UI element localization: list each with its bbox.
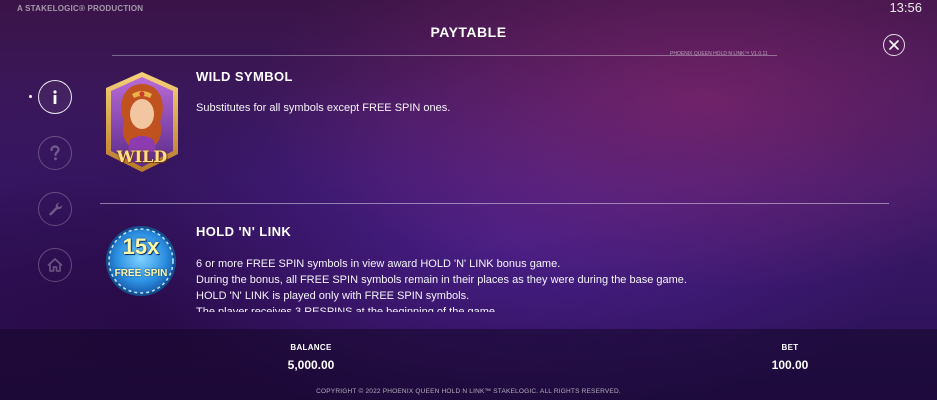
balance-label: BALANCE	[290, 343, 332, 352]
bet-display: BET 100.00	[720, 343, 860, 372]
nav-info-button[interactable]	[38, 80, 72, 114]
bet-label: BET	[781, 343, 799, 352]
hold-n-link-description: 6 or more FREE SPIN symbols in view awar…	[196, 256, 687, 312]
bet-value: 100.00	[771, 358, 809, 372]
description-line: HOLD 'N' LINK is played only with FREE S…	[196, 290, 470, 302]
balance-value: 5,000.00	[287, 358, 335, 372]
free-spin-multiplier: 15x	[122, 234, 160, 259]
top-bar: A STAKELOGIC® PRODUCTION 13:56	[0, 0, 937, 16]
help-icon	[50, 145, 60, 161]
description-line: 6 or more FREE SPIN symbols in view awar…	[196, 258, 561, 270]
close-icon	[889, 40, 899, 50]
balance-display: BALANCE 5,000.00	[241, 343, 381, 372]
page-title: PAYTABLE	[430, 24, 507, 40]
home-icon	[47, 258, 63, 272]
wild-symbol-description: Substitutes for all symbols except FREE …	[196, 102, 451, 114]
description-line: The player receives 3 RESPINS at the beg…	[196, 306, 499, 312]
close-button[interactable]	[883, 34, 905, 56]
active-indicator	[29, 95, 32, 98]
description-line: During the bonus, all FREE SPIN symbols …	[196, 274, 687, 286]
nav-settings-button[interactable]	[38, 192, 72, 226]
copyright-notice: COPYRIGHT © 2022 PHOENIX QUEEN HOLD N LI…	[316, 388, 621, 395]
section-divider	[100, 203, 889, 204]
hold-n-link-title: HOLD 'N' LINK	[196, 224, 292, 239]
clock: 13:56	[889, 0, 922, 15]
nav-home-button[interactable]	[38, 248, 72, 282]
wild-symbol-title: WILD SYMBOL	[196, 69, 293, 84]
wild-symbol-label: WILD	[116, 147, 168, 166]
info-icon	[53, 90, 57, 104]
nav-help-button[interactable]	[38, 136, 72, 170]
wrench-icon	[49, 202, 63, 216]
free-spin-label: FREE SPIN	[114, 268, 168, 279]
studio-credit: A STAKELOGIC® PRODUCTION	[17, 4, 144, 13]
paytable-content[interactable]: WILD SYMBOL Substitutes for all symbols …	[100, 56, 890, 312]
